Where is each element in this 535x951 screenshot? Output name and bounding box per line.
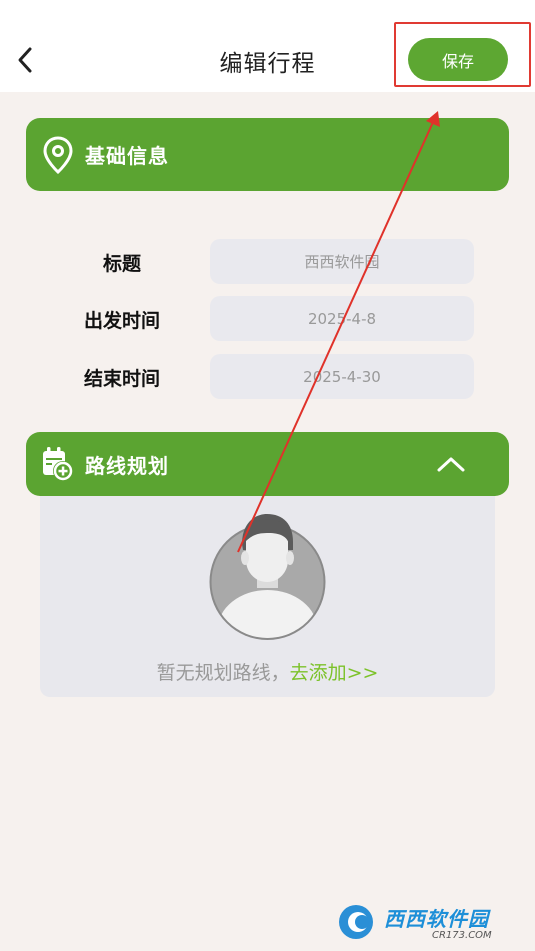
start-date-row: 出发时间 <box>0 296 535 342</box>
watermark-logo-icon <box>339 905 373 939</box>
location-pin-icon <box>41 135 75 175</box>
calendar-add-icon <box>41 445 75 483</box>
route-planning-header[interactable]: 路线规划 <box>26 432 509 496</box>
route-panel: 暂无规划路线，去添加>> <box>40 490 495 697</box>
basic-info-title: 基础信息 <box>85 144 169 168</box>
watermark-name: 西西软件园 <box>384 907 489 931</box>
watermark-domain: CR173.COM <box>432 930 492 941</box>
end-date-input[interactable] <box>210 354 474 399</box>
title-row: 标题 <box>0 239 535 285</box>
title-input[interactable] <box>210 239 474 284</box>
add-route-link[interactable]: 去添加>> <box>290 662 379 684</box>
title-label: 标题 <box>102 253 141 275</box>
chevron-up-icon <box>437 457 465 472</box>
avatar-placeholder-icon <box>209 514 326 640</box>
basic-info-header: 基础信息 <box>26 118 509 191</box>
start-date-label: 出发时间 <box>83 310 160 332</box>
end-date-label: 结束时间 <box>83 368 160 390</box>
save-highlight-box <box>394 22 531 87</box>
route-empty-message: 暂无规划路线，去添加>> <box>40 658 495 685</box>
route-planning-title: 路线规划 <box>85 453 169 478</box>
end-date-row: 结束时间 <box>0 354 535 400</box>
start-date-input[interactable] <box>210 296 474 341</box>
watermark: 西西软件园 CR173.COM <box>336 901 516 943</box>
collapse-button[interactable] <box>431 444 471 484</box>
route-empty-text: 暂无规划路线， <box>156 662 290 684</box>
